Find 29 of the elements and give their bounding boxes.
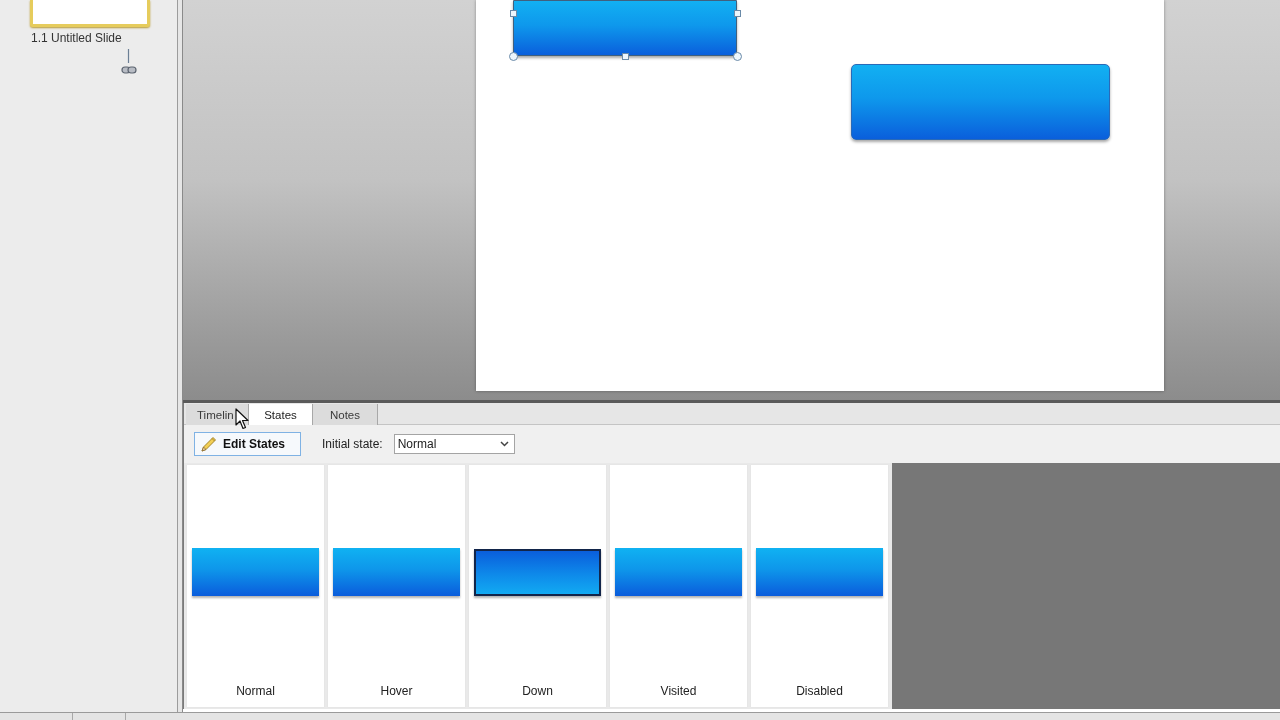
initial-state-label: Initial state: <box>322 437 383 451</box>
panel-tab[interactable]: States <box>249 404 313 425</box>
state-card[interactable]: Visited <box>610 465 747 707</box>
slide-label: 1.1 Untitled Slide <box>31 31 122 45</box>
panel-tab[interactable]: Timelin <box>186 404 249 425</box>
state-card[interactable]: Disabled <box>751 465 888 707</box>
resize-handle[interactable] <box>509 9 517 17</box>
slide-thumbnail[interactable] <box>30 0 150 27</box>
link-icon <box>121 49 137 77</box>
resize-handle[interactable] <box>733 9 741 17</box>
state-label: Disabled <box>796 684 843 698</box>
cursor-icon <box>235 408 249 430</box>
initial-state-dropdown[interactable]: Normal <box>393 434 515 454</box>
pencil-icon <box>201 436 217 452</box>
edit-states-button[interactable]: Edit States <box>194 432 301 456</box>
state-label: Down <box>522 684 553 698</box>
stage-button[interactable] <box>851 64 1110 140</box>
resize-handle[interactable] <box>732 51 742 61</box>
state-card[interactable]: Down <box>469 465 606 707</box>
state-card[interactable]: Hover <box>328 465 465 707</box>
resize-handle[interactable] <box>621 52 629 60</box>
state-card[interactable]: Normal <box>187 465 324 707</box>
stage-button[interactable] <box>513 0 737 56</box>
panel-tab[interactable]: Notes <box>313 404 378 425</box>
state-label: Visited <box>660 684 697 698</box>
resize-handle[interactable] <box>508 51 518 61</box>
state-label: Normal <box>236 684 275 698</box>
state-label: Hover <box>380 684 413 698</box>
chevron-down-icon <box>499 441 509 447</box>
